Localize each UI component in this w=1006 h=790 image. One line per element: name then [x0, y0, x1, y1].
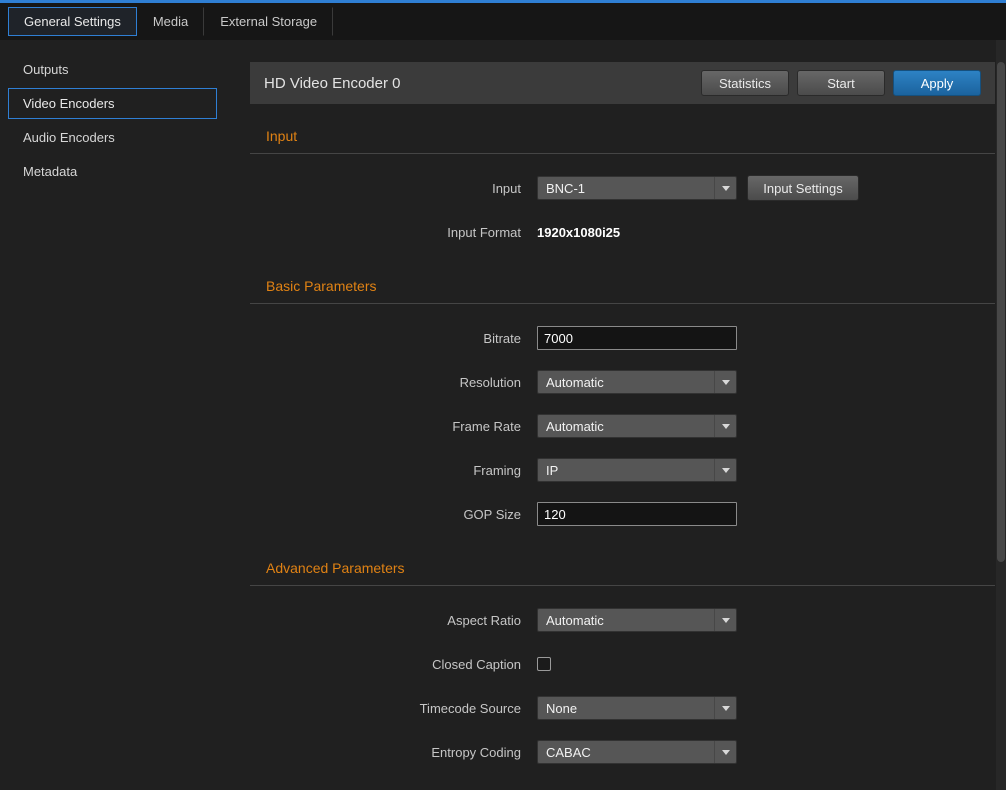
chevron-down-icon	[714, 459, 736, 481]
vertical-scrollbar[interactable]	[996, 40, 1006, 790]
frame-rate-label: Frame Rate	[250, 419, 537, 434]
form-row-input-format: Input Format 1920x1080i25	[250, 210, 995, 254]
sidebar: Outputs Video Encoders Audio Encoders Me…	[0, 40, 250, 790]
top-tab-bar: General Settings Media External Storage	[0, 3, 1006, 40]
form-row-framing: Framing IP	[250, 448, 995, 492]
form-row-closed-caption: Closed Caption	[250, 642, 995, 686]
form-row-gop-size: GOP Size	[250, 492, 995, 536]
closed-caption-checkbox[interactable]	[537, 657, 551, 671]
section-advanced-parameters: Advanced Parameters Aspect Ratio Automat…	[250, 560, 995, 774]
gop-size-input[interactable]	[537, 502, 737, 526]
main-area: Outputs Video Encoders Audio Encoders Me…	[0, 40, 1006, 790]
scrollbar-thumb[interactable]	[997, 62, 1005, 562]
input-label: Input	[250, 181, 537, 196]
form-row-input: Input BNC-1 Input Settings	[250, 166, 995, 210]
input-dropdown-value: BNC-1	[538, 181, 714, 196]
sidebar-item-metadata[interactable]: Metadata	[8, 156, 217, 187]
chevron-down-icon	[714, 415, 736, 437]
start-button[interactable]: Start	[797, 70, 885, 96]
section-input: Input Input BNC-1 Input Settings Input F…	[250, 128, 995, 254]
framing-dropdown-value: IP	[538, 463, 714, 478]
chevron-down-icon	[714, 609, 736, 631]
aspect-ratio-dropdown[interactable]: Automatic	[537, 608, 737, 632]
statistics-button[interactable]: Statistics	[701, 70, 789, 96]
content-panel: HD Video Encoder 0 Statistics Start Appl…	[250, 40, 1006, 790]
section-basic-title: Basic Parameters	[250, 278, 995, 304]
form-row-aspect-ratio: Aspect Ratio Automatic	[250, 598, 995, 642]
chevron-down-icon	[714, 177, 736, 199]
tab-media[interactable]: Media	[137, 7, 204, 36]
resolution-dropdown-value: Automatic	[538, 375, 714, 390]
section-input-title: Input	[250, 128, 995, 154]
form-row-resolution: Resolution Automatic	[250, 360, 995, 404]
resolution-dropdown[interactable]: Automatic	[537, 370, 737, 394]
apply-button[interactable]: Apply	[893, 70, 981, 96]
gop-size-label: GOP Size	[250, 507, 537, 522]
form-row-entropy-coding: Entropy Coding CABAC	[250, 730, 995, 774]
bitrate-label: Bitrate	[250, 331, 537, 346]
sidebar-item-video-encoders[interactable]: Video Encoders	[8, 88, 217, 119]
framing-label: Framing	[250, 463, 537, 478]
frame-rate-dropdown[interactable]: Automatic	[537, 414, 737, 438]
timecode-source-dropdown[interactable]: None	[537, 696, 737, 720]
entropy-coding-label: Entropy Coding	[250, 745, 537, 760]
tab-general-settings[interactable]: General Settings	[8, 7, 137, 36]
frame-rate-dropdown-value: Automatic	[538, 419, 714, 434]
framing-dropdown[interactable]: IP	[537, 458, 737, 482]
input-format-value: 1920x1080i25	[537, 225, 620, 240]
tab-external-storage[interactable]: External Storage	[204, 7, 333, 36]
input-format-label: Input Format	[250, 225, 537, 240]
chevron-down-icon	[714, 741, 736, 763]
aspect-ratio-label: Aspect Ratio	[250, 613, 537, 628]
form-row-frame-rate: Frame Rate Automatic	[250, 404, 995, 448]
sidebar-item-audio-encoders[interactable]: Audio Encoders	[8, 122, 217, 153]
form-row-timecode-source: Timecode Source None	[250, 686, 995, 730]
section-advanced-title: Advanced Parameters	[250, 560, 995, 586]
input-dropdown[interactable]: BNC-1	[537, 176, 737, 200]
timecode-source-label: Timecode Source	[250, 701, 537, 716]
timecode-source-dropdown-value: None	[538, 701, 714, 716]
input-settings-button[interactable]: Input Settings	[747, 175, 859, 201]
resolution-label: Resolution	[250, 375, 537, 390]
entropy-coding-dropdown-value: CABAC	[538, 745, 714, 760]
encoder-header-bar: HD Video Encoder 0 Statistics Start Appl…	[250, 62, 995, 104]
page-title: HD Video Encoder 0	[264, 75, 693, 92]
chevron-down-icon	[714, 697, 736, 719]
closed-caption-label: Closed Caption	[250, 657, 537, 672]
bitrate-input[interactable]	[537, 326, 737, 350]
aspect-ratio-dropdown-value: Automatic	[538, 613, 714, 628]
form-row-bitrate: Bitrate	[250, 316, 995, 360]
sidebar-item-outputs[interactable]: Outputs	[8, 54, 217, 85]
entropy-coding-dropdown[interactable]: CABAC	[537, 740, 737, 764]
section-basic-parameters: Basic Parameters Bitrate Resolution Auto…	[250, 278, 995, 536]
chevron-down-icon	[714, 371, 736, 393]
